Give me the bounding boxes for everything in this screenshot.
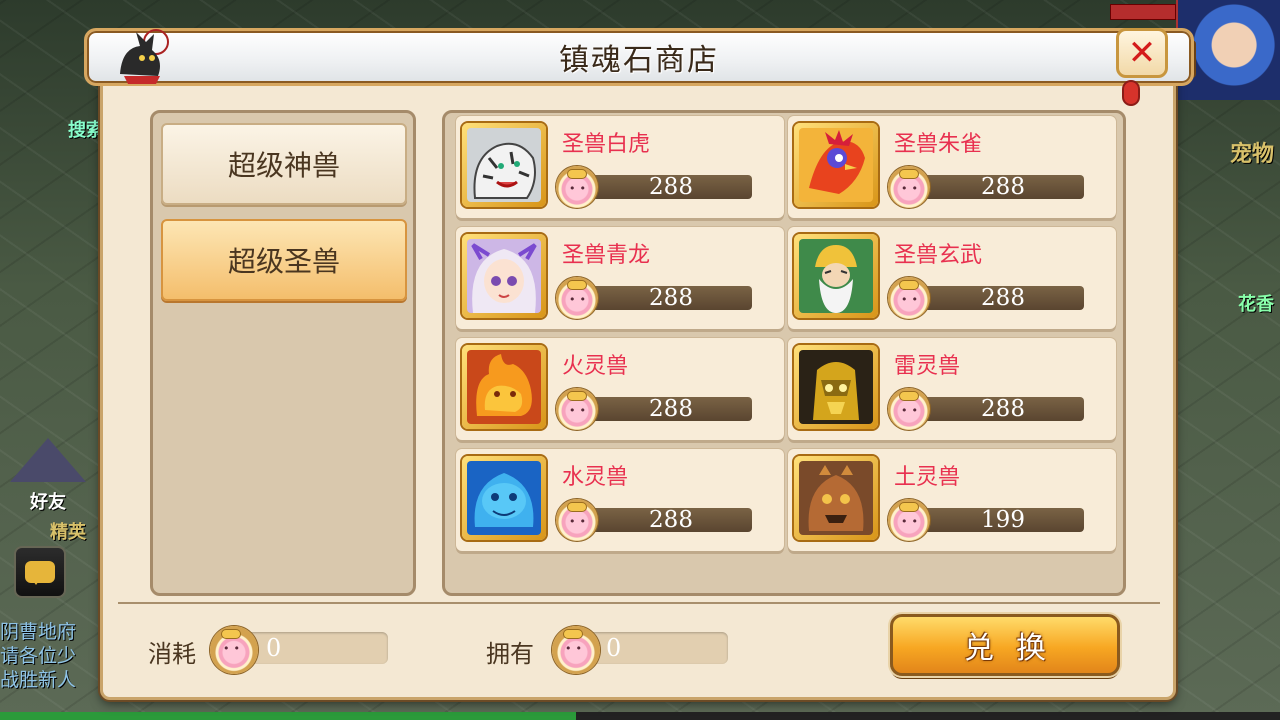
category-tab-super-holy-beast[interactable]: 超级圣兽 xyxy=(161,219,407,301)
chat-line: 阴曹地府 xyxy=(0,621,77,643)
chat-log: 阴曹地府 请各位少 战胜新人 xyxy=(0,620,110,692)
black-tortoise-icon xyxy=(799,239,873,313)
chat-button[interactable] xyxy=(14,546,66,598)
chat-line: 请各位少 xyxy=(0,645,77,667)
shop-item-card[interactable]: 水灵兽 288 xyxy=(456,449,784,551)
elite-label[interactable]: 精英 xyxy=(50,518,86,544)
soul-stone-coin-icon xyxy=(888,166,930,208)
water-spirit-icon xyxy=(467,461,541,535)
footer-divider xyxy=(118,602,1160,604)
item-name: 雷灵兽 xyxy=(894,354,961,379)
item-price: 288 xyxy=(572,175,752,199)
soul-stone-coin-icon xyxy=(556,388,598,430)
close-icon: ✕ xyxy=(1127,33,1157,73)
item-price: 288 xyxy=(572,397,752,421)
black-cat-mascot-icon xyxy=(120,29,169,84)
earth-spirit-icon xyxy=(799,461,873,535)
category-tab-label: 超级圣兽 xyxy=(227,245,340,278)
soul-stone-coin-icon xyxy=(888,277,930,319)
item-price: 288 xyxy=(904,286,1084,310)
shop-item-card[interactable]: 土灵兽 199 xyxy=(788,449,1116,551)
lantern-icon xyxy=(1124,82,1138,104)
item-price: 199 xyxy=(904,508,1084,532)
soul-stone-coin-icon xyxy=(552,626,600,674)
exchange-button-label: 兑换 xyxy=(964,631,1068,666)
item-name: 圣兽玄武 xyxy=(894,243,983,268)
owned-label: 拥有 xyxy=(486,640,534,668)
item-icon-frame xyxy=(462,456,546,540)
soul-stone-coin-icon xyxy=(210,626,258,674)
shop-item-card[interactable]: 火灵兽 288 xyxy=(456,338,784,440)
scene-name-label: 花香 xyxy=(1238,294,1274,315)
item-name: 土灵兽 xyxy=(894,465,961,490)
item-price: 288 xyxy=(572,286,752,310)
shop-title: 镇魂石商店 xyxy=(559,43,719,78)
item-icon-frame xyxy=(794,123,878,207)
fire-spirit-icon xyxy=(467,350,541,424)
scene-label-left: 搜索 xyxy=(68,120,104,141)
item-name: 圣兽青龙 xyxy=(562,243,651,268)
item-name: 圣兽朱雀 xyxy=(894,132,983,157)
exchange-button[interactable]: 兑换 xyxy=(890,614,1120,676)
shop-item-card[interactable]: 雷灵兽 288 xyxy=(788,338,1116,440)
item-price: 288 xyxy=(904,397,1084,421)
item-icon-frame xyxy=(462,123,546,207)
title-bar: 镇魂石商店 xyxy=(84,28,1194,86)
item-price: 288 xyxy=(904,175,1084,199)
pet-menu-label[interactable]: 宠物 xyxy=(1230,136,1274,168)
shop-item-card[interactable]: 圣兽朱雀 288 xyxy=(788,116,1116,218)
category-panel: 超级神兽 超级圣兽 xyxy=(150,110,416,596)
item-name: 火灵兽 xyxy=(562,354,629,379)
health-bar xyxy=(1110,4,1176,20)
close-button[interactable]: ✕ xyxy=(1116,28,1168,78)
item-name: 水灵兽 xyxy=(562,465,629,490)
soul-stone-coin-icon xyxy=(556,499,598,541)
azure-dragon-icon xyxy=(467,239,541,313)
item-icon-frame xyxy=(462,345,546,429)
category-tab-label: 超级神兽 xyxy=(227,149,340,182)
chat-line: 战胜新人 xyxy=(0,669,77,691)
shop-item-card[interactable]: 圣兽青龙 288 xyxy=(456,227,784,329)
item-name: 圣兽白虎 xyxy=(562,132,651,157)
shop-item-card[interactable]: 圣兽白虎 288 xyxy=(456,116,784,218)
soul-stone-coin-icon xyxy=(556,166,598,208)
wizard-hat-icon xyxy=(10,438,86,482)
item-icon-frame xyxy=(462,234,546,318)
soul-stone-coin-icon xyxy=(556,277,598,319)
shop-item-card[interactable]: 圣兽玄武 288 xyxy=(788,227,1116,329)
experience-bar xyxy=(0,712,1280,720)
thunder-spirit-icon xyxy=(799,350,873,424)
item-icon-frame xyxy=(794,234,878,318)
item-icon-frame xyxy=(794,456,878,540)
category-tab-super-divine-beast[interactable]: 超级神兽 xyxy=(161,123,407,205)
soul-stone-coin-icon xyxy=(888,499,930,541)
vermilion-bird-icon xyxy=(799,128,873,202)
item-icon-frame xyxy=(794,345,878,429)
friends-label[interactable]: 好友 xyxy=(30,488,66,514)
item-price: 288 xyxy=(572,508,752,532)
white-tiger-icon xyxy=(467,128,541,202)
cost-label: 消耗 xyxy=(148,640,196,668)
soul-stone-coin-icon xyxy=(888,388,930,430)
chat-bubble-icon xyxy=(25,561,55,585)
